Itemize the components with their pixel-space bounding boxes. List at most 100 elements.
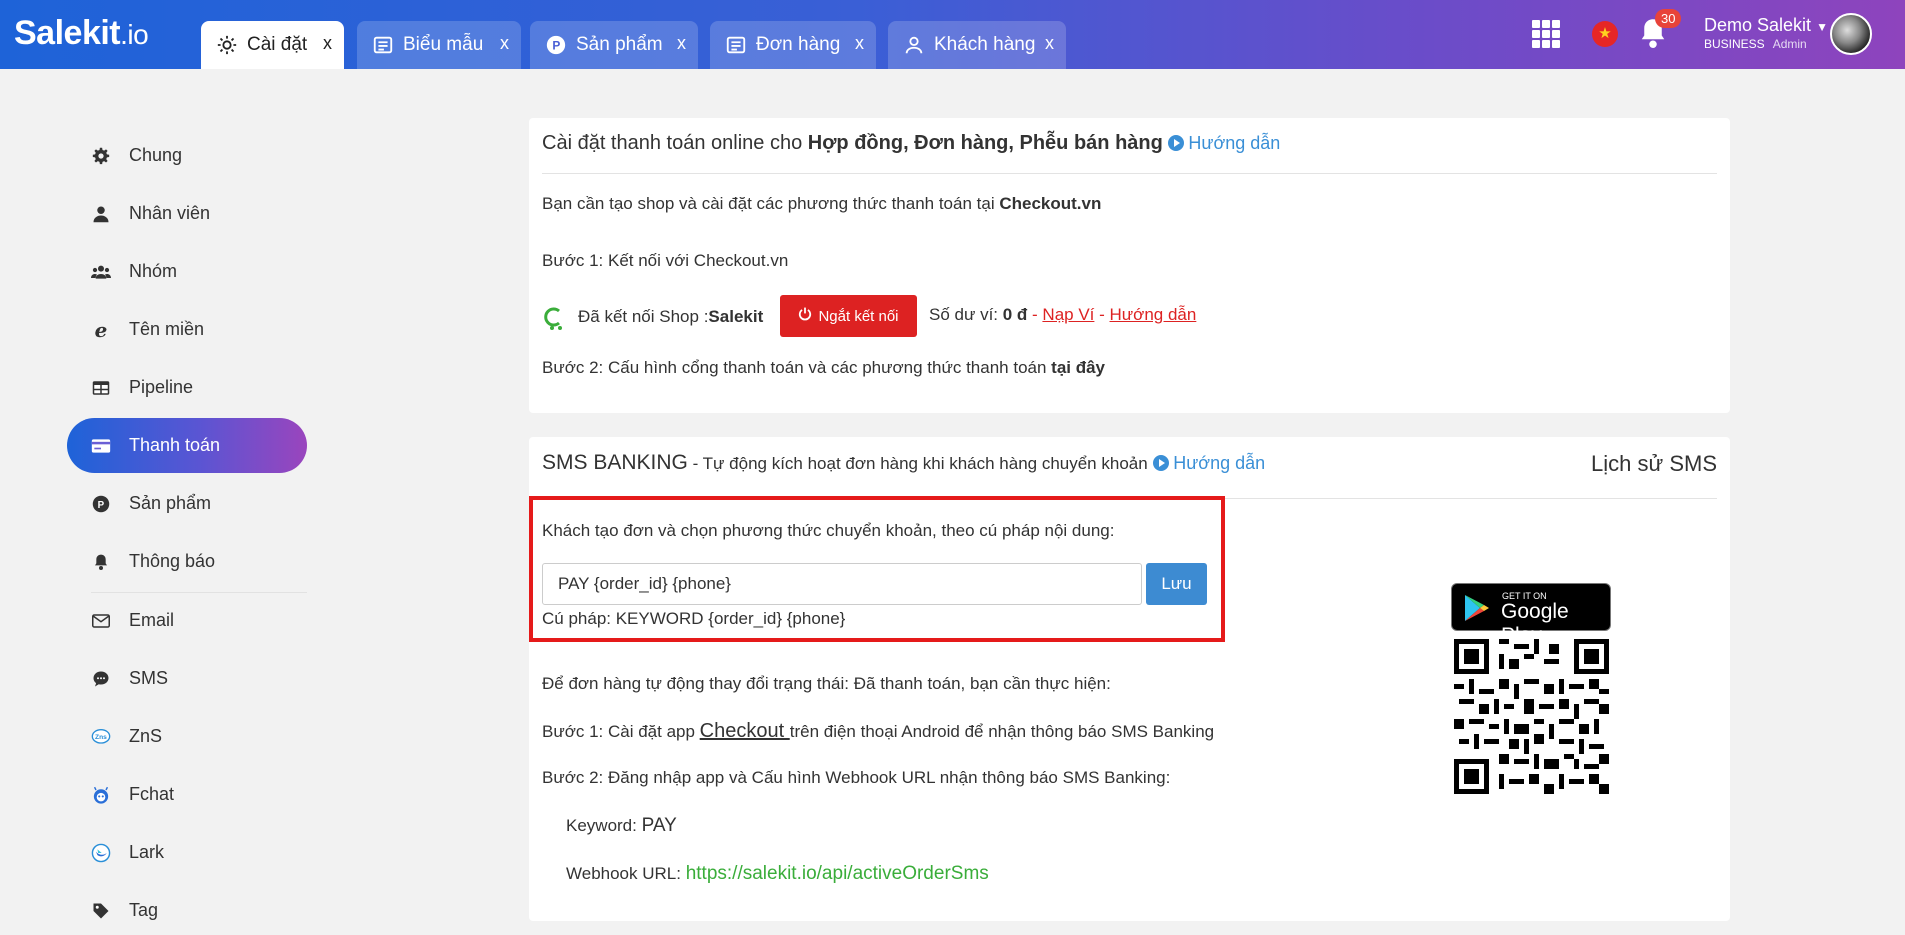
notification-count-badge: 30 bbox=[1655, 9, 1682, 28]
tab-close-button[interactable]: x bbox=[677, 33, 686, 54]
intro-text: Bạn cần tạo shop và cài đặt các phương t… bbox=[542, 194, 1102, 213]
wallet-balance: Số dư ví: 0 đ - Nạp Ví - Hướng dẫn bbox=[929, 305, 1197, 324]
disconnect-button[interactable]: Ngắt kết nối bbox=[780, 295, 917, 337]
sidebar-item-tag[interactable]: Tag bbox=[67, 883, 307, 935]
tab-close-button[interactable]: x bbox=[500, 33, 509, 54]
tab-close-button[interactable]: x bbox=[1045, 33, 1054, 54]
online-payment-title: Cài đặt thanh toán online cho Hợp đồng, … bbox=[542, 132, 1281, 154]
syntax-instruction: Khách tạo đơn và chọn phương thức chuyển… bbox=[542, 521, 1115, 540]
apps-grid-icon[interactable] bbox=[1532, 20, 1560, 48]
configure-here-link[interactable]: tại đây bbox=[1051, 358, 1105, 377]
sidebar-item-label: Tag bbox=[129, 900, 159, 920]
bell-icon bbox=[91, 552, 111, 572]
balance-guide-link[interactable]: Hướng dẫn bbox=[1110, 305, 1197, 324]
users-icon bbox=[91, 262, 111, 282]
checkout-app-link[interactable]: Checkout bbox=[700, 720, 790, 742]
robot-icon bbox=[91, 785, 111, 805]
sidebar-item-email[interactable]: Email bbox=[67, 593, 307, 648]
tab-close-button[interactable]: x bbox=[855, 33, 864, 54]
sidebar-item-groups[interactable]: Nhóm bbox=[67, 244, 307, 299]
google-play-badge[interactable]: GET IT ON Google Play bbox=[1451, 583, 1611, 647]
tab-label: Biểu mẫu bbox=[403, 34, 484, 55]
salekit-logo[interactable]: Salekit.io bbox=[14, 14, 149, 53]
sms-history-link[interactable]: Lịch sử SMS bbox=[1591, 451, 1717, 477]
sidebar-item-domain[interactable]: e Tên miền bbox=[67, 302, 307, 357]
online-payment-card: Cài đặt thanh toán online cho Hợp đồng, … bbox=[529, 118, 1730, 413]
sidebar-item-payment[interactable]: Thanh toán bbox=[67, 418, 307, 473]
svg-text:Zns: Zns bbox=[95, 734, 107, 741]
sidebar-item-label: ZnS bbox=[129, 726, 163, 746]
credit-card-icon bbox=[91, 436, 111, 456]
step1-text: Bước 1: Kết nối với Checkout.vn bbox=[542, 251, 789, 270]
sidebar-item-fchat[interactable]: Fchat bbox=[67, 767, 307, 822]
user-icon bbox=[902, 33, 926, 57]
tab-close-button[interactable]: x bbox=[323, 33, 332, 54]
vietnam-flag-icon[interactable]: ★ bbox=[1592, 21, 1618, 47]
tab-label: Khách hàng bbox=[934, 34, 1036, 55]
product-icon: P bbox=[91, 494, 111, 514]
step2-text: Bước 2: Cấu hình cổng thanh toán và các … bbox=[542, 358, 1106, 377]
syntax-hint: Cú pháp: KEYWORD {order_id} {phone} bbox=[542, 609, 846, 628]
zns-icon: Zns bbox=[91, 727, 111, 747]
table-icon bbox=[91, 378, 111, 398]
power-icon bbox=[798, 307, 812, 325]
tab-forms[interactable]: Biểu mẫu x bbox=[357, 21, 521, 69]
tab-label: Đơn hàng bbox=[756, 34, 841, 55]
sidebar-item-label: Email bbox=[129, 610, 175, 630]
user-name: Demo Salekit bbox=[1704, 15, 1812, 35]
tab-settings[interactable]: Cài đặt x bbox=[201, 21, 344, 69]
lark-icon bbox=[91, 843, 111, 863]
keyword-row: Keyword: PAY bbox=[566, 815, 677, 836]
svg-text:P: P bbox=[98, 499, 105, 510]
sidebar-item-pipeline[interactable]: Pipeline bbox=[67, 360, 307, 415]
balance-value: 0 đ bbox=[1002, 305, 1028, 324]
sidebar-item-label: Nhân viên bbox=[129, 203, 211, 223]
shop-name: Salekit bbox=[708, 307, 764, 326]
sidebar-item-label: Pipeline bbox=[129, 377, 194, 397]
sidebar-item-sms[interactable]: SMS bbox=[67, 651, 307, 706]
webhook-url[interactable]: https://salekit.io/api/activeOrderSms bbox=[686, 863, 989, 884]
webhook-row: Webhook URL: https://salekit.io/api/acti… bbox=[566, 863, 989, 884]
sidebar-item-label: Tên miền bbox=[129, 319, 205, 339]
guide-link[interactable]: Hướng dẫn bbox=[1168, 133, 1280, 153]
tag-icon bbox=[91, 901, 111, 921]
sidebar-item-notifications[interactable]: Thông báo bbox=[67, 534, 307, 589]
sms-banking-card: SMS BANKING - Tự động kích hoạt đơn hàng… bbox=[529, 437, 1730, 921]
user-role: Admin bbox=[1772, 37, 1807, 51]
user-menu[interactable]: Demo Salekit ▼ bbox=[1704, 15, 1828, 36]
product-icon: P bbox=[544, 33, 568, 57]
sidebar-item-zns[interactable]: Zns ZnS bbox=[67, 709, 307, 764]
play-circle-icon bbox=[1168, 135, 1185, 151]
tab-products[interactable]: P Sản phẩm x bbox=[530, 21, 698, 69]
google-play-icon bbox=[1462, 593, 1492, 628]
sidebar-item-label: Chung bbox=[129, 145, 183, 165]
tab-customers[interactable]: Khách hàng x bbox=[888, 21, 1066, 69]
list-icon bbox=[724, 33, 748, 57]
sidebar-item-label: Lark bbox=[129, 842, 165, 862]
chat-icon bbox=[91, 669, 111, 689]
sidebar-item-label: Nhóm bbox=[129, 261, 178, 281]
sidebar-item-lark[interactable]: Lark bbox=[67, 825, 307, 880]
svg-text:P: P bbox=[552, 39, 560, 53]
syntax-input[interactable] bbox=[542, 563, 1142, 605]
save-button[interactable]: Lưu bbox=[1146, 563, 1207, 605]
gear-icon bbox=[91, 146, 111, 166]
tab-label: Sản phẩm bbox=[576, 34, 663, 55]
sidebar-item-staff[interactable]: Nhân viên bbox=[67, 186, 307, 241]
sidebar-item-general[interactable]: Chung bbox=[67, 128, 307, 183]
sidebar-item-products[interactable]: P Sản phẩm bbox=[67, 476, 307, 531]
caret-down-icon: ▼ bbox=[1816, 20, 1828, 34]
guide-link[interactable]: Hướng dẫn bbox=[1153, 453, 1265, 473]
user-plan: BUSINESS bbox=[1704, 37, 1765, 51]
divider bbox=[542, 173, 1717, 174]
sms-step1: Bước 1: Cài đặt app Checkout trên điện t… bbox=[542, 720, 1215, 742]
avatar[interactable] bbox=[1830, 13, 1872, 55]
sms-step2: Bước 2: Đăng nhập app và Cấu hình Webhoo… bbox=[542, 768, 1171, 787]
topup-link[interactable]: Nạp Ví bbox=[1042, 305, 1094, 324]
connection-status: Đã kết nối Shop : Salekit bbox=[542, 305, 764, 330]
checkout-vn-link[interactable]: Checkout.vn bbox=[999, 194, 1101, 213]
play-circle-icon bbox=[1153, 455, 1170, 471]
tab-orders[interactable]: Đơn hàng x bbox=[710, 21, 876, 69]
qr-code-icon bbox=[1454, 639, 1609, 794]
checkout-logo-icon bbox=[542, 305, 566, 330]
